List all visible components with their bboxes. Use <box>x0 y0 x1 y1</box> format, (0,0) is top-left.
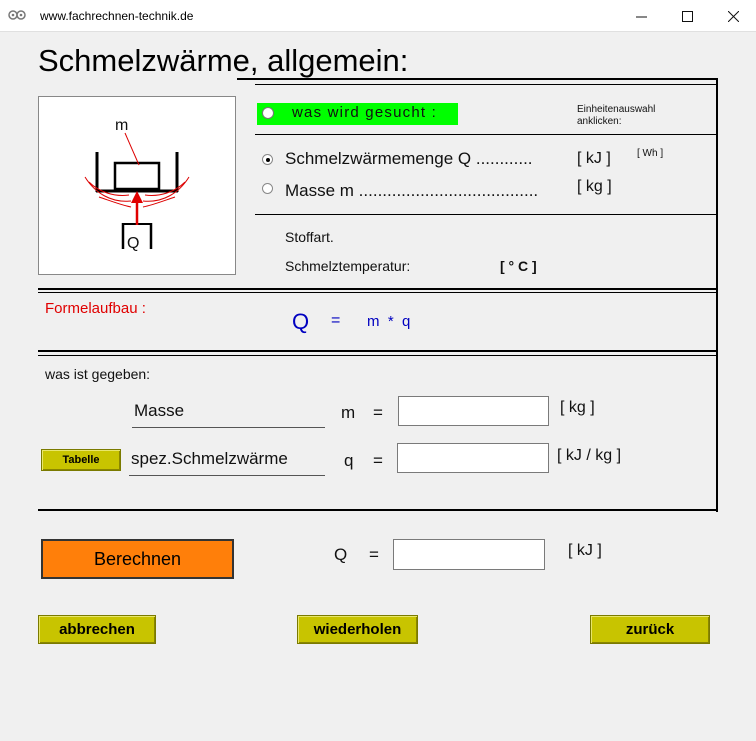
divider-given-top-inner <box>38 355 718 356</box>
divider-options <box>255 214 718 215</box>
specific-heat-symbol: q <box>344 451 354 470</box>
formula-rhs: m * q <box>367 313 411 330</box>
given-label: was ist gegeben: <box>45 366 151 382</box>
specific-heat-name-label: spez.Schmelzwärme <box>129 449 325 476</box>
formula-label: Formelaufbau : <box>45 300 146 317</box>
option-heat-alt-unit[interactable]: [ Wh ] <box>637 148 663 160</box>
substance-label: Stoffart. <box>285 229 334 245</box>
maximize-button[interactable] <box>664 0 710 32</box>
divider-formula-top-inner <box>38 292 718 293</box>
mass-input[interactable] <box>398 396 549 426</box>
app-icon <box>8 10 26 20</box>
divider-search <box>255 134 718 135</box>
option-heat-unit[interactable]: [ kJ ] <box>577 150 611 168</box>
minimize-button[interactable] <box>618 0 664 32</box>
cancel-button[interactable]: abbrechen <box>38 615 156 644</box>
frame-top-line <box>237 78 718 80</box>
divider-formula-top <box>38 288 718 290</box>
result-output[interactable] <box>393 539 545 570</box>
option-mass-unit[interactable]: [ kg ] <box>577 178 612 196</box>
formula-lhs: Q <box>292 309 310 334</box>
table-button[interactable]: Tabelle <box>41 449 121 471</box>
diagram-heat-label: Q <box>127 235 140 252</box>
option-heat-radio[interactable] <box>262 154 273 165</box>
minimize-icon <box>635 16 647 17</box>
mass-name-label: Masse <box>132 401 325 428</box>
close-icon <box>727 10 739 22</box>
specific-heat-unit: [ kJ / kg ] <box>557 447 622 464</box>
specific-heat-eq: = <box>373 451 383 470</box>
option-mass-label[interactable]: Masse m ................................… <box>285 181 538 201</box>
option-heat-label[interactable]: Schmelzwärmemenge Q ............ <box>285 149 533 169</box>
unit-hint: Einheitenauswahl anklicken: <box>577 104 656 127</box>
page-title: Schmelzwärme, allgemein: <box>38 43 409 78</box>
diagram-mass-label: m <box>115 117 129 134</box>
frame-bottom-line <box>38 509 718 511</box>
melting-diagram: m Q <box>38 96 236 275</box>
result-eq: = <box>369 545 379 564</box>
search-radio[interactable] <box>262 107 274 119</box>
divider-given-top <box>38 350 718 352</box>
search-label: was wird gesucht : <box>292 104 437 121</box>
melt-temp-unit: [ ° C ] <box>500 258 537 274</box>
specific-heat-input[interactable] <box>397 443 549 473</box>
back-button[interactable]: zurück <box>590 615 710 644</box>
repeat-button[interactable]: wiederholen <box>297 615 418 644</box>
result-symbol: Q <box>334 545 348 564</box>
mass-symbol: m <box>341 403 356 422</box>
option-mass-radio[interactable] <box>262 183 273 194</box>
result-unit: [ kJ ] <box>568 542 602 559</box>
close-button[interactable] <box>710 0 756 32</box>
formula-eq: = <box>331 312 341 329</box>
mass-eq: = <box>373 403 383 422</box>
window-title: www.fachrechnen-technik.de <box>40 9 194 23</box>
frame-top-line-inner <box>255 84 718 85</box>
calculate-button[interactable]: Berechnen <box>41 539 234 579</box>
melt-temp-label: Schmelztemperatur: <box>285 258 411 274</box>
maximize-icon <box>681 10 693 22</box>
frame-right-line <box>716 78 718 512</box>
mass-unit: [ kg ] <box>560 399 595 416</box>
title-bar: www.fachrechnen-technik.de <box>0 0 756 32</box>
